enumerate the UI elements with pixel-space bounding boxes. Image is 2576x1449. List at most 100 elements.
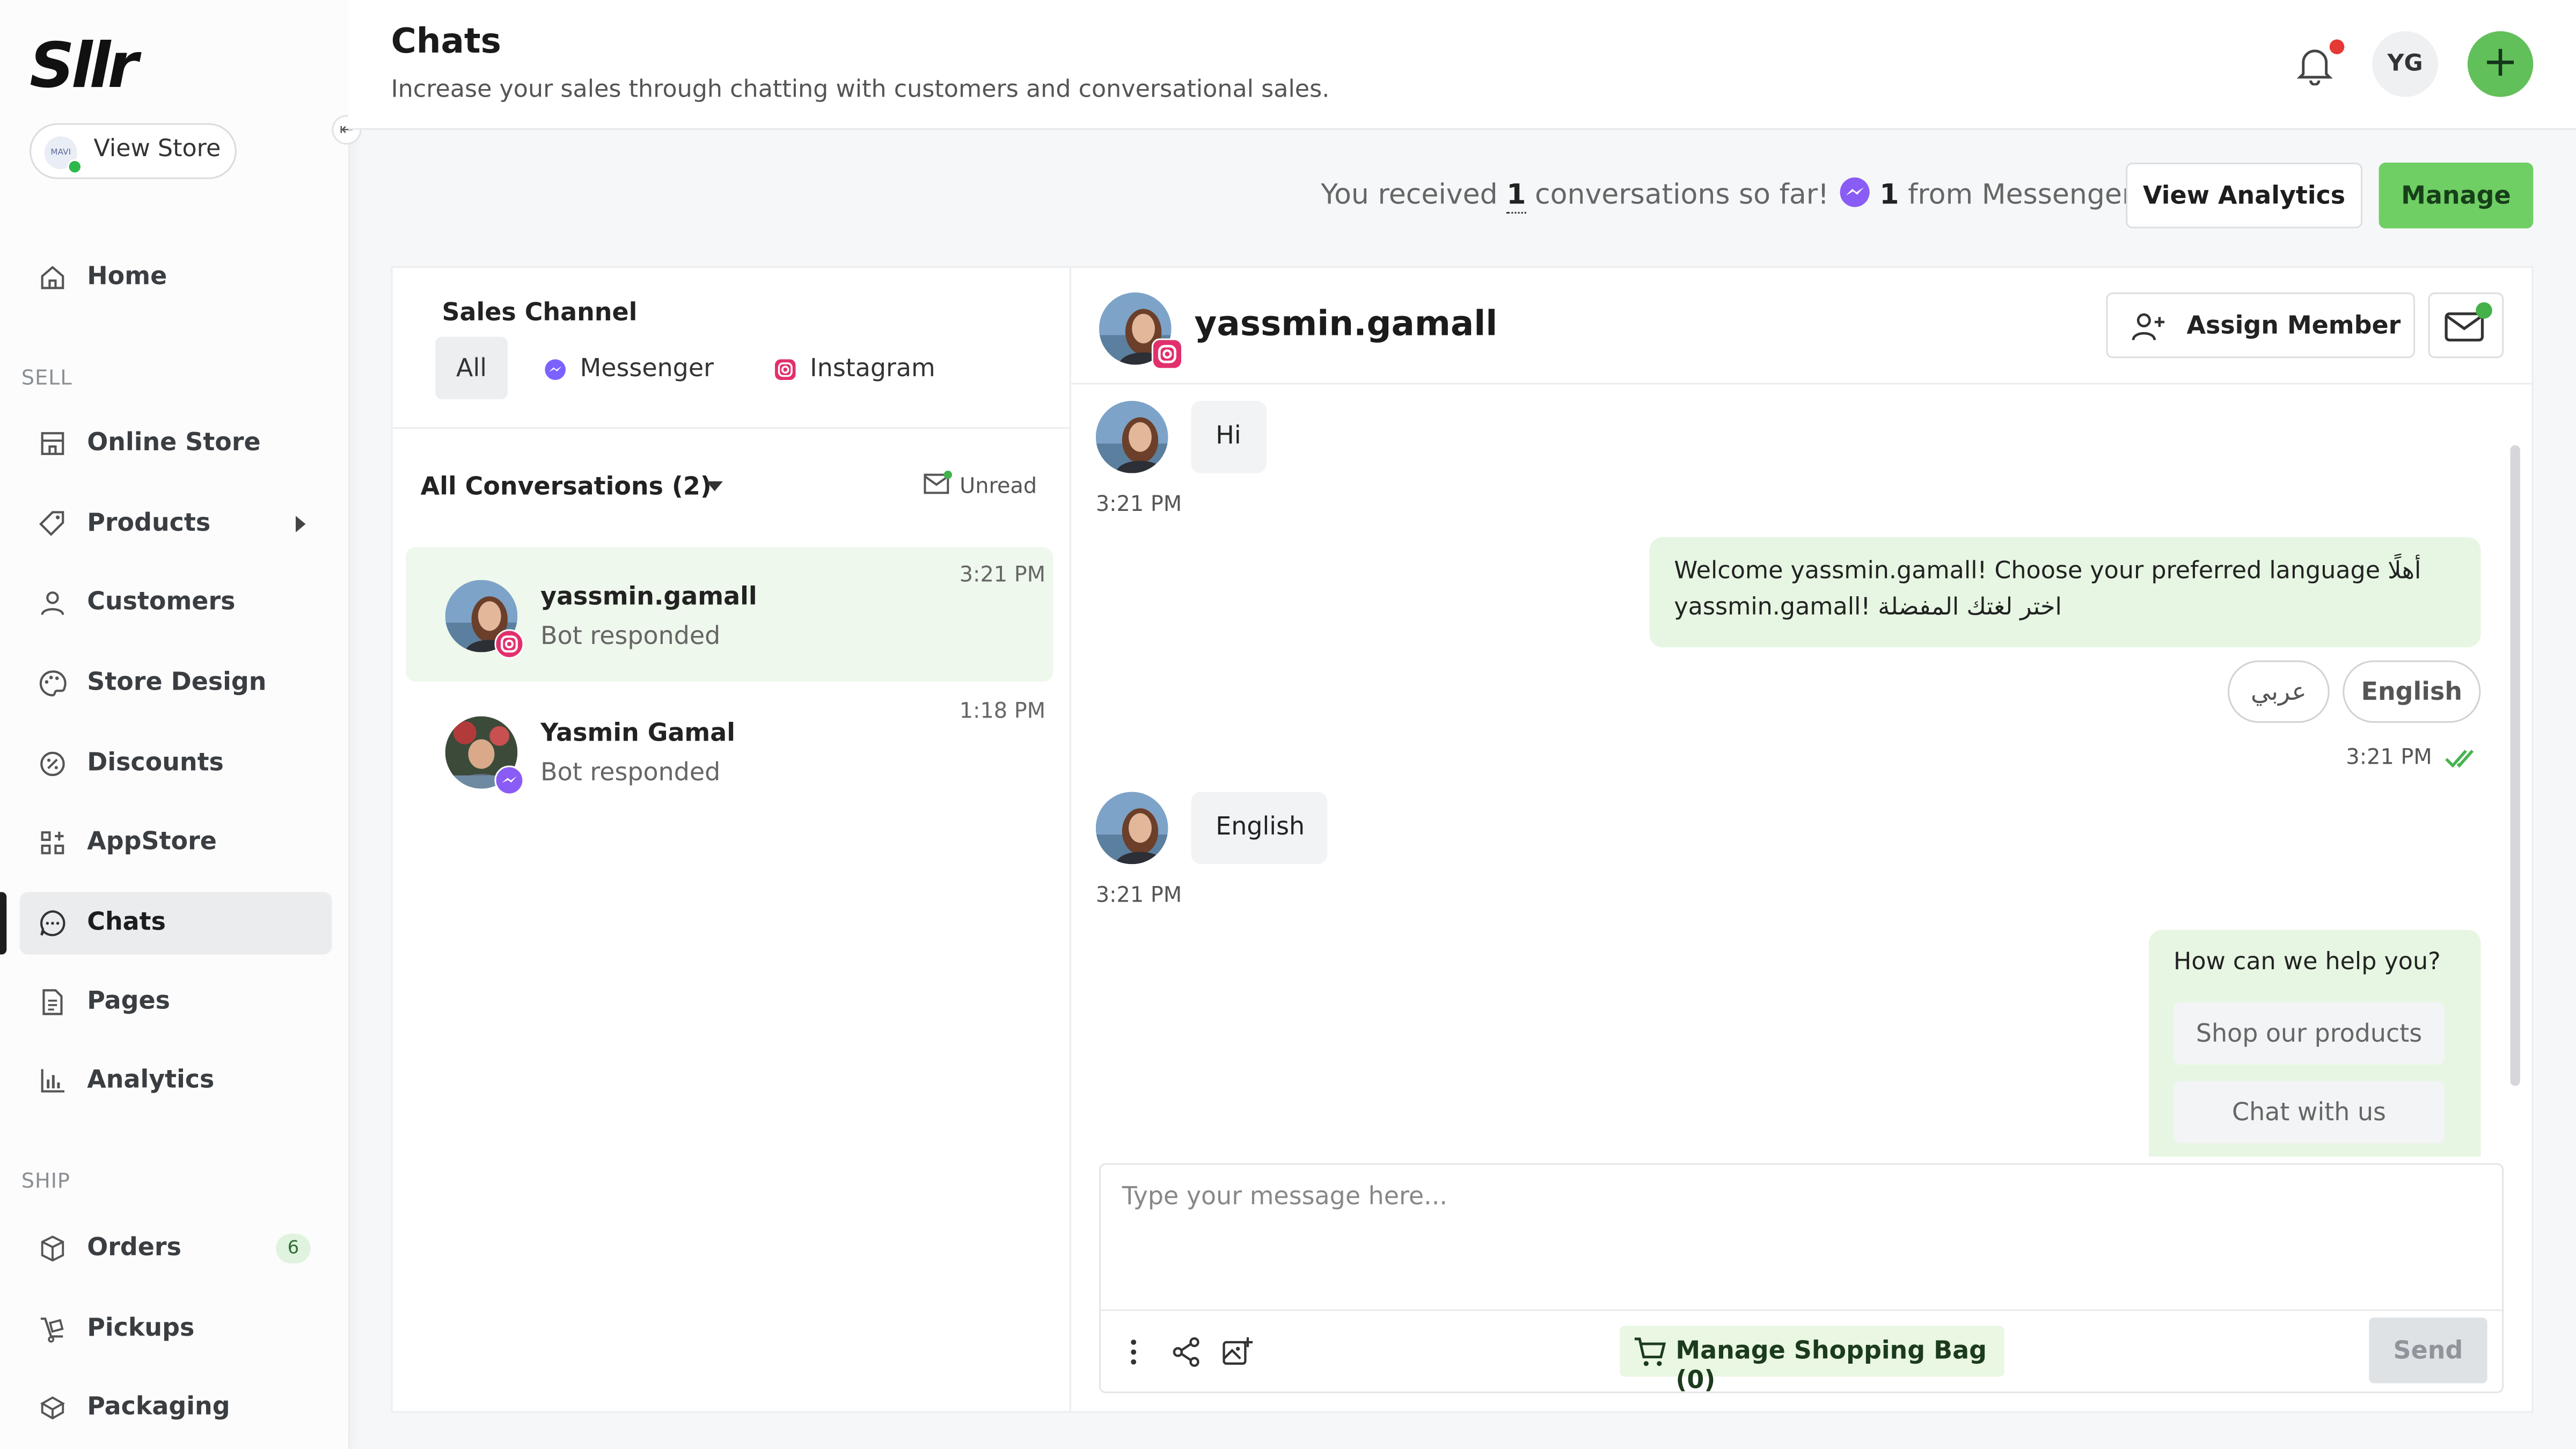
chat-with-us-option[interactable]: Chat with us	[2173, 1081, 2445, 1144]
summary-count[interactable]: 1	[1506, 179, 1526, 214]
summary-middle: conversations so far!	[1535, 179, 1829, 212]
send-button[interactable]: Send	[2369, 1318, 2487, 1384]
notification-dot	[2329, 39, 2345, 55]
sidebar-item-orders[interactable]: Orders 6	[20, 1217, 332, 1279]
shop-products-option[interactable]: Shop our products	[2173, 1002, 2445, 1065]
message-time: 3:21 PM	[1095, 883, 1182, 909]
sidebar-item-label: Customers	[87, 586, 236, 616]
active-indicator	[0, 892, 7, 955]
sidebar-item-appstore[interactable]: AppStore	[20, 811, 332, 874]
share-icon[interactable]	[1170, 1336, 1203, 1368]
incoming-message: Hi	[1191, 400, 1267, 473]
messenger-count: 1	[1879, 179, 1899, 212]
message-time: 3:21 PM	[1095, 493, 1182, 518]
channel-tab-instagram[interactable]: Instagram	[774, 337, 971, 399]
message-line: Welcome yassmin.gamall! Choose your pref…	[1674, 558, 2421, 585]
contact-avatar	[1095, 400, 1168, 473]
sidebar-item-label: Discounts	[87, 747, 224, 777]
sidebar-item-analytics[interactable]: Analytics	[20, 1050, 332, 1112]
chevron-down-icon[interactable]	[706, 481, 723, 492]
unread-label: Unread	[960, 474, 1037, 500]
conversation-filter-dropdown[interactable]: All Conversations (2)	[421, 472, 712, 501]
sidebar-item-pickups[interactable]: Pickups	[20, 1298, 332, 1360]
message-input[interactable]: Type your message here...	[1122, 1181, 1447, 1211]
chat-scrollbar[interactable]	[2510, 445, 2520, 1086]
sidebar-item-label: Orders	[87, 1232, 181, 1262]
user-avatar[interactable]: YG	[2372, 31, 2438, 97]
assign-member-label: Assign Member	[2186, 310, 2401, 340]
more-options-icon[interactable]	[1117, 1336, 1150, 1368]
mark-unread-button[interactable]	[2428, 292, 2504, 358]
bar-chart-icon	[41, 1069, 64, 1093]
add-button[interactable]: +	[2467, 31, 2534, 97]
sidebar: Sllr MAVI View Store Home SELL Online St…	[0, 0, 348, 1449]
sales-channel-label: Sales Channel	[442, 297, 638, 327]
message-text: How can we help you?	[2173, 949, 2441, 976]
message-composer[interactable]: Type your message here... Manage Shoppin…	[1099, 1163, 2504, 1395]
tag-icon	[39, 511, 64, 536]
view-analytics-button[interactable]: View Analytics	[2126, 163, 2363, 229]
conversation-item[interactable]: Yasmin Gamal Bot responded 1:18 PM	[406, 683, 1053, 818]
status-dot	[2476, 302, 2492, 319]
conversation-item[interactable]: yassmin.gamall Bot responded 3:21 PM	[406, 547, 1053, 682]
messenger-icon	[494, 765, 524, 795]
sidebar-item-pages[interactable]: Pages	[20, 971, 332, 1033]
chat-panel: yassmin.gamall Assign Member Hi 3:21 PM …	[1069, 266, 2534, 1413]
orders-count-badge: 6	[276, 1233, 311, 1264]
sidebar-item-label: Store Design	[87, 667, 267, 697]
sidebar-item-packaging[interactable]: Packaging	[20, 1377, 332, 1439]
unread-filter[interactable]: Unread	[923, 470, 1037, 500]
sidebar-item-store-design[interactable]: Store Design	[20, 652, 332, 714]
chat-icon	[40, 910, 65, 936]
user-icon	[41, 591, 64, 616]
contact-avatar	[1095, 792, 1168, 865]
manage-button[interactable]: Manage	[2379, 163, 2534, 229]
notification-bell-icon[interactable]	[2296, 46, 2333, 86]
divider	[1101, 1309, 2502, 1311]
view-store-button[interactable]: MAVI View Store	[30, 123, 237, 179]
shopping-bag-label: Manage Shopping Bag (0)	[1675, 1335, 1987, 1395]
assign-member-button[interactable]: Assign Member	[2106, 292, 2415, 358]
quick-reply-english[interactable]: English	[2343, 660, 2481, 723]
store-icon	[41, 432, 64, 455]
home-icon	[41, 266, 64, 289]
sidebar-item-online-store[interactable]: Online Store	[20, 412, 332, 474]
sidebar-item-chats[interactable]: Chats	[19, 892, 332, 955]
messenger-icon	[1839, 177, 1869, 207]
double-check-icon	[2445, 750, 2474, 768]
quick-reply-arabic[interactable]: عربي	[2227, 660, 2330, 723]
page-title: Chats	[391, 21, 501, 61]
sllr-logo[interactable]: Sllr	[30, 30, 138, 102]
cart-icon	[1634, 1337, 1666, 1366]
sidebar-item-home[interactable]: Home	[20, 246, 332, 309]
apps-grid-icon	[41, 831, 64, 854]
instagram-icon	[494, 629, 524, 659]
manage-shopping-bag-button[interactable]: Manage Shopping Bag (0)	[1620, 1326, 2004, 1395]
sidebar-item-products[interactable]: Products	[20, 493, 332, 555]
instagram-icon	[774, 358, 796, 379]
messenger-icon	[545, 358, 566, 379]
sidebar-item-label: Products	[87, 507, 211, 538]
discount-icon	[40, 751, 65, 777]
sidebar-item-discounts[interactable]: Discounts	[20, 733, 332, 795]
add-image-icon[interactable]	[1220, 1336, 1253, 1368]
channel-tab-all[interactable]: All	[435, 336, 508, 399]
conversation-list-panel: Sales Channel All Messenger Instagram Al…	[391, 266, 1071, 1413]
incoming-message: English	[1191, 792, 1328, 865]
conversation-summary: You received 1 conversations so far! 1 f…	[1321, 176, 2133, 214]
add-user-icon	[2132, 313, 2165, 341]
package-icon	[40, 1396, 65, 1419]
sidebar-item-customers[interactable]: Customers	[20, 572, 332, 634]
summary-prefix: You received	[1321, 179, 1498, 212]
channel-tab-messenger[interactable]: Messenger	[544, 337, 741, 399]
conversation-name: yassmin.gamall	[540, 581, 757, 611]
channel-tab-label: Instagram	[810, 353, 935, 383]
sidebar-item-label: Analytics	[87, 1064, 215, 1094]
conversation-status: Bot responded	[540, 757, 721, 787]
conversation-time: 1:18 PM	[959, 700, 1046, 724]
message-time: 3:21 PM	[2346, 745, 2432, 771]
sidebar-item-label: Pickups	[87, 1312, 195, 1343]
sidebar-item-label: Online Store	[87, 427, 261, 457]
instagram-icon	[1151, 338, 1183, 370]
expand-arrow-icon[interactable]	[296, 516, 306, 532]
